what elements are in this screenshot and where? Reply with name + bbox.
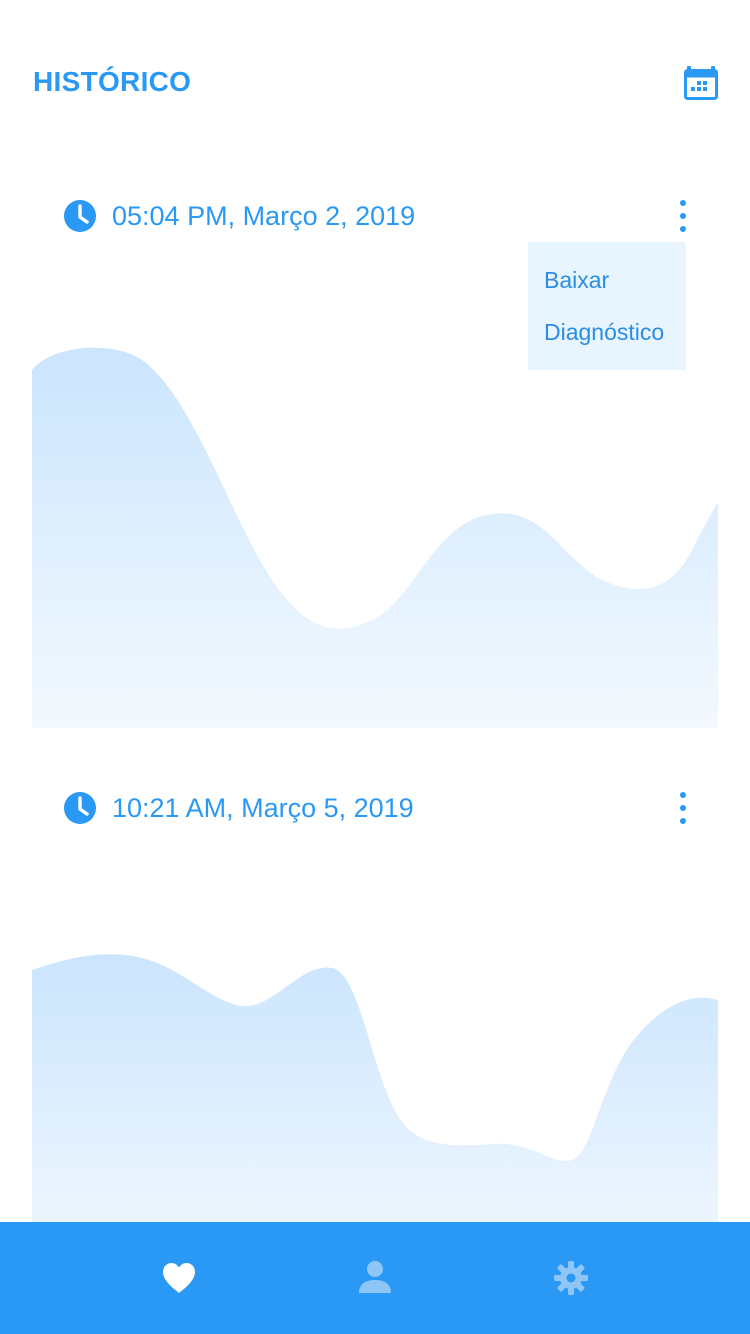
gear-icon[interactable] bbox=[550, 1257, 592, 1299]
bottom-navigation bbox=[0, 1222, 750, 1334]
clock-icon bbox=[63, 199, 97, 233]
calendar-icon[interactable] bbox=[684, 66, 720, 102]
user-icon[interactable] bbox=[354, 1257, 396, 1299]
record-timestamp: 05:04 PM, Março 2, 2019 bbox=[112, 201, 416, 231]
app-header: HISTÓRICO bbox=[0, 0, 750, 170]
record-options-menu: Baixar Diagnóstico bbox=[528, 242, 686, 370]
page-title: HISTÓRICO bbox=[33, 66, 192, 97]
menu-item-diagnosis[interactable]: Diagnóstico bbox=[544, 319, 664, 346]
history-wave-chart bbox=[32, 347, 718, 728]
menu-item-download[interactable]: Baixar bbox=[544, 267, 609, 294]
more-vertical-icon[interactable] bbox=[670, 788, 698, 828]
more-vertical-icon[interactable] bbox=[670, 196, 698, 236]
record-timestamp: 10:21 AM, Março 5, 2019 bbox=[112, 793, 414, 823]
history-card-header: 10:21 AM, Março 5, 2019 bbox=[32, 772, 718, 844]
heart-icon[interactable] bbox=[158, 1257, 200, 1299]
clock-icon bbox=[63, 791, 97, 825]
history-card: 10:21 AM, Março 5, 2019 bbox=[32, 772, 718, 1232]
history-wave-chart bbox=[32, 954, 718, 1232]
